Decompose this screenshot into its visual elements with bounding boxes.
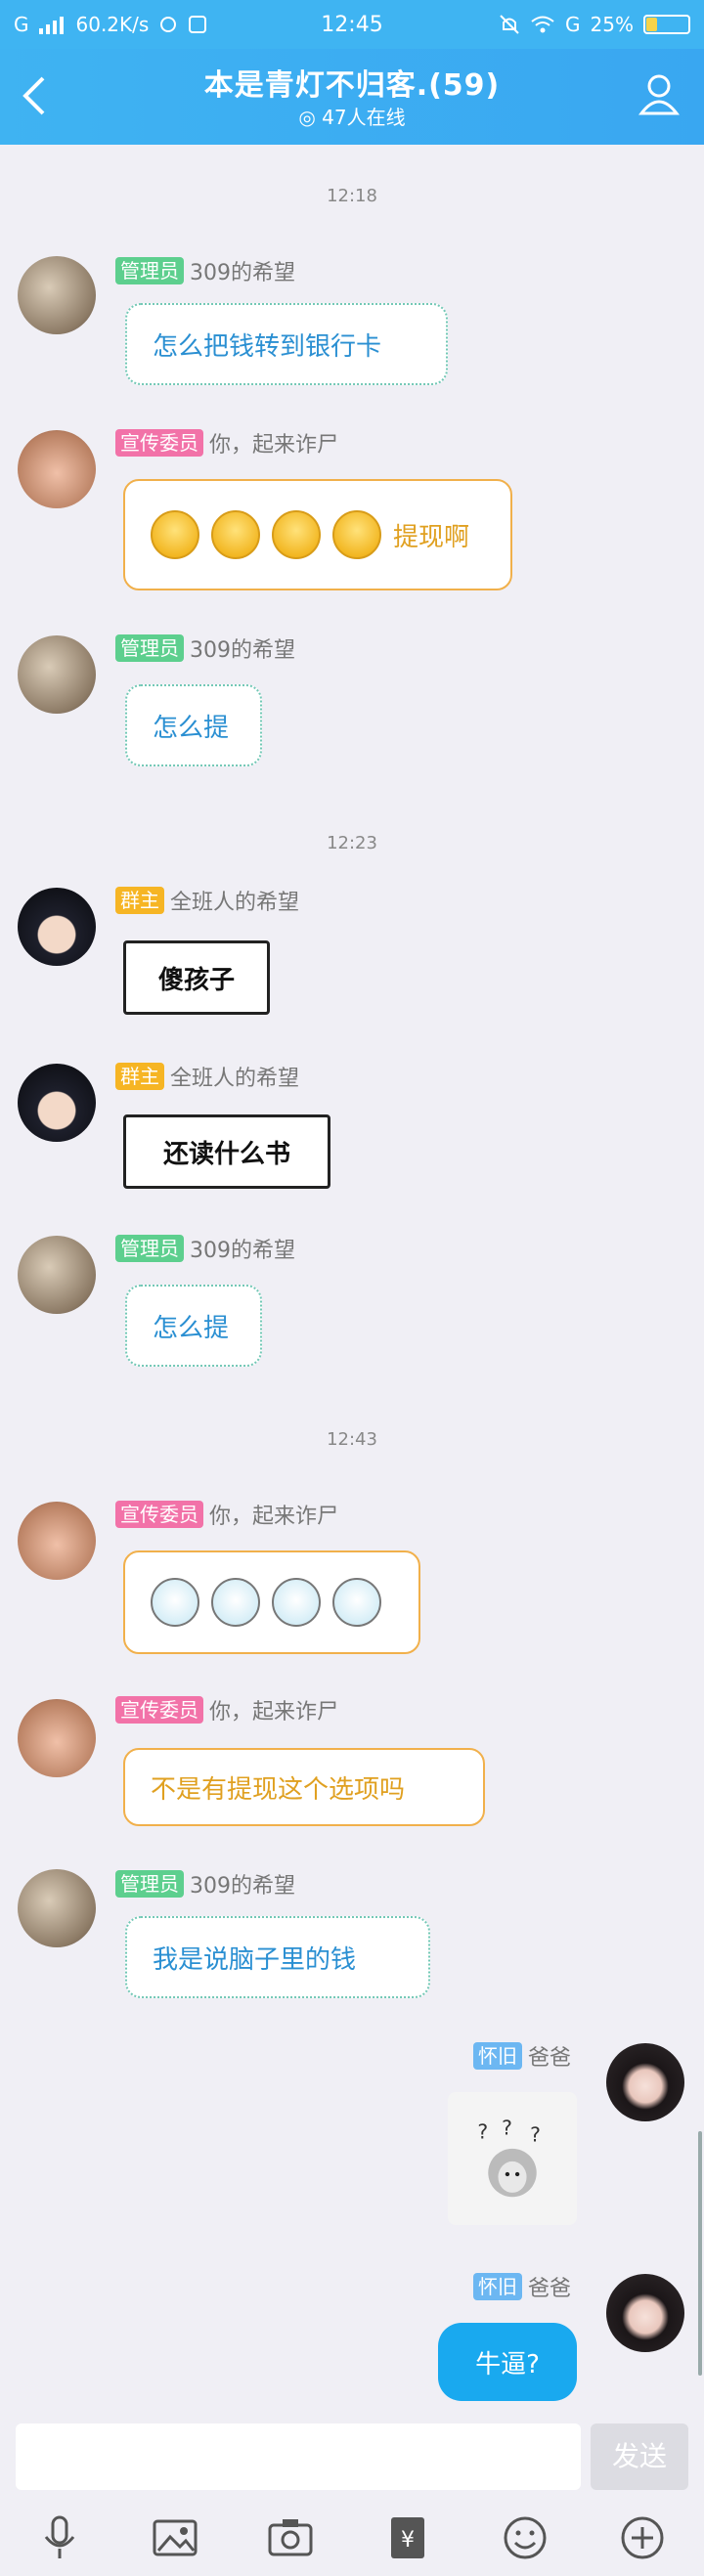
avatar[interactable] bbox=[18, 1064, 96, 1142]
message-bubble[interactable]: 怎么提 bbox=[125, 1285, 262, 1367]
mic-icon[interactable] bbox=[35, 2513, 84, 2562]
role-badge: 怀旧 bbox=[473, 2273, 522, 2300]
send-button[interactable]: 发送 bbox=[591, 2423, 688, 2490]
role-badge: 宣传委员 bbox=[115, 1501, 203, 1528]
role-badge: 怀旧 bbox=[473, 2042, 522, 2070]
group-title[interactable]: 本是青灯不归客.(59) bbox=[137, 61, 567, 104]
role-badge: 管理员 bbox=[115, 1870, 184, 1898]
avatar[interactable] bbox=[18, 1236, 96, 1314]
role-badge: 管理员 bbox=[115, 1235, 184, 1262]
laughing-emoji-icon bbox=[272, 1578, 321, 1627]
svg-text:?: ? bbox=[477, 2120, 488, 2144]
message-input[interactable] bbox=[16, 2423, 581, 2490]
message-bubble[interactable]: 牛逼? bbox=[438, 2323, 577, 2401]
smug-emoji-icon bbox=[332, 510, 381, 559]
sender-name[interactable]: 309的希望 bbox=[190, 1233, 295, 1264]
message-text: 怎么提 bbox=[153, 1313, 230, 1343]
emoji-icon[interactable] bbox=[501, 2513, 550, 2562]
avatar[interactable] bbox=[18, 256, 96, 334]
online-count[interactable]: ◎ 47人在线 bbox=[0, 102, 704, 130]
svg-text:?: ? bbox=[502, 2116, 512, 2139]
role-badge: 群主 bbox=[115, 1063, 164, 1090]
timestamp: 12:23 bbox=[327, 833, 377, 853]
laughing-emoji-icon bbox=[211, 1578, 260, 1627]
message-bubble[interactable] bbox=[123, 1550, 420, 1654]
clock: 12:45 bbox=[321, 12, 383, 37]
message-bubble[interactable]: 傻孩子 bbox=[123, 940, 270, 1015]
avatar[interactable] bbox=[18, 1869, 96, 1947]
input-bar: 发送 ¥ bbox=[0, 2412, 704, 2576]
message-bubble[interactable]: 提现啊 bbox=[123, 479, 512, 590]
role-badge: 管理员 bbox=[115, 257, 184, 284]
sender-name[interactable]: 你，起来诈尸 bbox=[209, 427, 338, 458]
status-bar: G 60.2K/s 12:45 G 25% bbox=[0, 0, 704, 49]
sender-name[interactable]: 你，起来诈尸 bbox=[209, 1694, 338, 1725]
role-badge: 宣传委员 bbox=[115, 1696, 203, 1724]
laughing-emoji-icon bbox=[332, 1578, 381, 1627]
avatar[interactable] bbox=[18, 635, 96, 714]
sender-name[interactable]: 你，起来诈尸 bbox=[209, 1499, 338, 1530]
camera-icon[interactable] bbox=[266, 2513, 315, 2562]
message-text: 怎么提 bbox=[153, 713, 230, 743]
svg-text:¥: ¥ bbox=[401, 2528, 415, 2553]
message-text: 还读什么书 bbox=[162, 1139, 290, 1169]
timestamp: 12:18 bbox=[327, 186, 377, 206]
laughing-emoji-icon bbox=[151, 1578, 199, 1627]
sender-name[interactable]: 爸爸 bbox=[528, 2271, 571, 2302]
smug-emoji-icon bbox=[211, 510, 260, 559]
sender-name[interactable]: 全班人的希望 bbox=[170, 885, 299, 916]
message-bubble[interactable]: 怎么提 bbox=[125, 684, 262, 766]
smug-emoji-icon bbox=[272, 510, 321, 559]
group-members-icon[interactable] bbox=[634, 68, 684, 119]
avatar[interactable] bbox=[18, 888, 96, 966]
smug-emoji-icon bbox=[151, 510, 199, 559]
red-packet-icon[interactable]: ¥ bbox=[383, 2513, 432, 2562]
message-text: 傻孩子 bbox=[157, 965, 235, 995]
role-badge: 群主 bbox=[115, 887, 164, 914]
message-text: 提现啊 bbox=[393, 522, 470, 552]
confused-meme-icon: ??? bbox=[477, 2116, 541, 2198]
sender-name[interactable]: 309的希望 bbox=[190, 633, 295, 664]
avatar[interactable] bbox=[606, 2274, 684, 2352]
avatar[interactable] bbox=[606, 2043, 684, 2121]
battery-fill bbox=[646, 18, 657, 31]
image-icon[interactable] bbox=[151, 2513, 199, 2562]
sender-name[interactable]: 全班人的希望 bbox=[170, 1061, 299, 1092]
sender-name[interactable]: 309的希望 bbox=[190, 1868, 295, 1899]
sticker-image[interactable]: ??? bbox=[448, 2092, 577, 2225]
message-text: 怎么把钱转到银行卡 bbox=[153, 331, 382, 362]
role-badge: 宣传委员 bbox=[115, 429, 203, 457]
sender-name[interactable]: 309的希望 bbox=[190, 255, 295, 286]
online-indicator-icon: ◎ bbox=[298, 106, 323, 129]
chat-scrollbar[interactable] bbox=[698, 2131, 702, 2376]
message-bubble[interactable]: 我是说脑子里的钱 bbox=[125, 1916, 430, 1998]
chat-header: 本是青灯不归客.(59) ◎ 47人在线 bbox=[0, 49, 704, 145]
avatar[interactable] bbox=[18, 1502, 96, 1580]
timestamp: 12:43 bbox=[327, 1429, 377, 1450]
message-text: 我是说脑子里的钱 bbox=[153, 1944, 357, 1975]
message-bubble[interactable]: 怎么把钱转到银行卡 bbox=[125, 303, 448, 385]
avatar[interactable] bbox=[18, 1699, 96, 1777]
message-bubble[interactable]: 还读什么书 bbox=[123, 1114, 330, 1189]
svg-text:?: ? bbox=[530, 2123, 541, 2147]
role-badge: 管理员 bbox=[115, 634, 184, 662]
avatar[interactable] bbox=[18, 430, 96, 508]
message-text: 牛逼? bbox=[475, 2349, 540, 2380]
battery-icon bbox=[643, 15, 690, 34]
message-text: 不是有提现这个选项吗 bbox=[151, 1774, 406, 1805]
sender-name[interactable]: 爸爸 bbox=[528, 2040, 571, 2072]
message-bubble[interactable]: 不是有提现这个选项吗 bbox=[123, 1748, 485, 1826]
plus-icon[interactable] bbox=[618, 2513, 667, 2562]
online-count-label: 47人在线 bbox=[322, 106, 406, 129]
